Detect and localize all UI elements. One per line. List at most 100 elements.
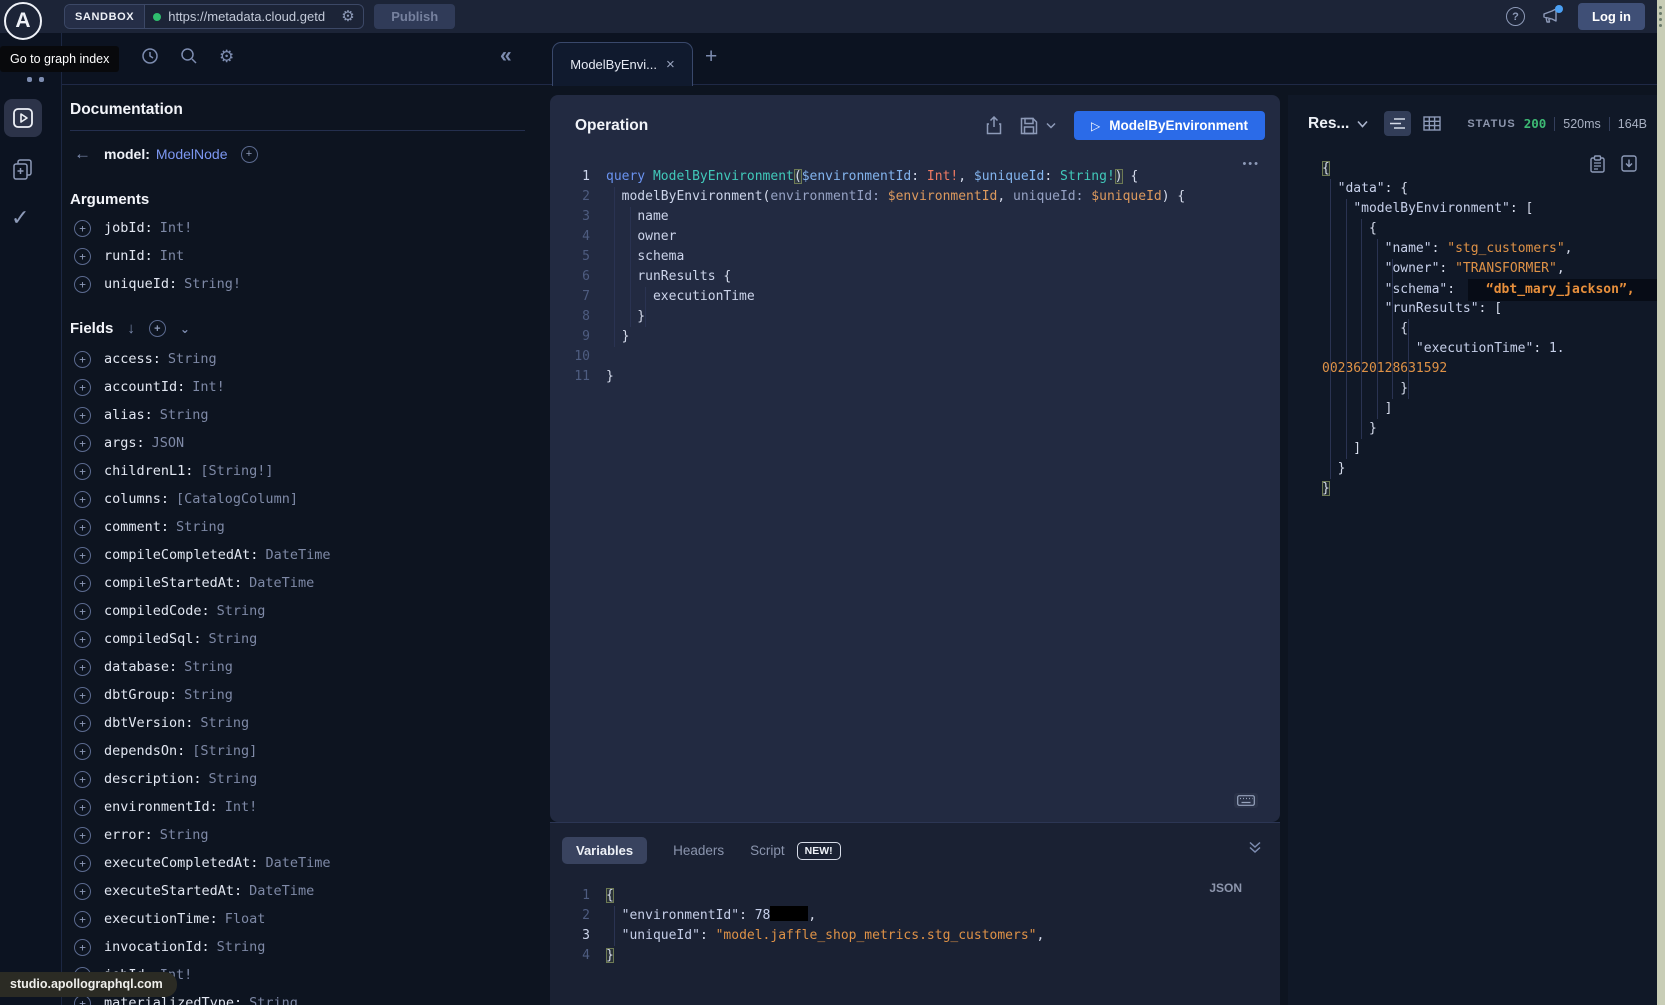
doc-field-row[interactable]: +dbtVersion:String: [62, 709, 535, 737]
add-field-icon[interactable]: +: [74, 687, 91, 704]
add-field-icon[interactable]: +: [74, 248, 91, 265]
doc-field-row[interactable]: +runId:Int: [62, 242, 535, 270]
doc-field-row[interactable]: +dbtGroup:String: [62, 681, 535, 709]
help-icon[interactable]: ?: [1506, 7, 1525, 26]
endpoint-settings-gear-icon[interactable]: ⚙: [341, 9, 354, 24]
field-name[interactable]: childrenL1:: [104, 463, 193, 479]
add-field-icon[interactable]: +: [74, 659, 91, 676]
publish-button[interactable]: Publish: [374, 4, 455, 29]
chevron-down-icon[interactable]: ⌄: [180, 322, 190, 336]
doc-field-row[interactable]: +executionTime:Float: [62, 905, 535, 933]
code-line[interactable]: "executionTime": 1.: [1322, 339, 1657, 359]
code-line[interactable]: "modelByEnvironment": [: [1322, 199, 1657, 219]
response-dropdown-chevron-icon[interactable]: [1357, 120, 1368, 128]
add-field-icon[interactable]: +: [74, 603, 91, 620]
field-name[interactable]: error:: [104, 827, 153, 843]
add-field-icon[interactable]: +: [74, 743, 91, 760]
field-name[interactable]: compiledCode:: [104, 603, 210, 619]
search-icon[interactable]: [180, 47, 198, 65]
doc-field-row[interactable]: +description:String: [62, 765, 535, 793]
field-name[interactable]: executeCompletedAt:: [104, 855, 258, 871]
field-name[interactable]: dbtVersion:: [104, 715, 193, 731]
tab-modelbyenvironment[interactable]: ModelByEnvi... ×: [552, 42, 693, 86]
doc-field-row[interactable]: +childrenL1:[String!]: [62, 457, 535, 485]
add-all-fields-icon[interactable]: +: [149, 320, 166, 337]
doc-field-row[interactable]: +dependsOn:[String]: [62, 737, 535, 765]
add-field-icon[interactable]: +: [74, 883, 91, 900]
operation-editor[interactable]: 1query ModelByEnvironment($environmentId…: [550, 167, 1280, 387]
code-line[interactable]: 9 }: [560, 327, 1280, 347]
sidebar-item-operation-collections[interactable]: [11, 157, 35, 181]
field-name[interactable]: database:: [104, 659, 177, 675]
field-name[interactable]: args:: [104, 435, 145, 451]
code-line[interactable]: 2 modelByEnvironment(environmentId: $env…: [560, 187, 1280, 207]
add-field-icon[interactable]: +: [74, 911, 91, 928]
field-name[interactable]: compiledSql:: [104, 631, 202, 647]
login-button[interactable]: Log in: [1578, 3, 1645, 30]
copy-response-icon[interactable]: [1590, 155, 1605, 173]
graph-index-icon[interactable]: [39, 77, 44, 82]
sidebar-item-explorer[interactable]: [4, 99, 42, 137]
code-line[interactable]: 10: [560, 347, 1280, 367]
field-name[interactable]: dbtGroup:: [104, 687, 177, 703]
code-line[interactable]: 0023620128631592: [1322, 359, 1657, 379]
tab-close-icon[interactable]: ×: [666, 56, 675, 73]
doc-field-row[interactable]: +accountId:Int!: [62, 373, 535, 401]
add-field-icon[interactable]: +: [74, 855, 91, 872]
tab-script[interactable]: Script: [750, 843, 785, 858]
code-line[interactable]: {: [1322, 319, 1657, 339]
add-field-icon[interactable]: +: [74, 771, 91, 788]
code-line[interactable]: 1query ModelByEnvironment($environmentId…: [560, 167, 1280, 187]
table-view-icon[interactable]: [1423, 116, 1441, 131]
doc-field-row[interactable]: +compileCompletedAt:DateTime: [62, 541, 535, 569]
run-operation-button[interactable]: ▷ ModelByEnvironment: [1074, 111, 1265, 140]
add-field-icon[interactable]: +: [74, 463, 91, 480]
sidebar-item-checks[interactable]: ✓: [11, 205, 29, 231]
code-line[interactable]: }: [1322, 459, 1657, 479]
doc-field-row[interactable]: +args:JSON: [62, 429, 535, 457]
keyboard-shortcuts-icon[interactable]: [1234, 793, 1258, 808]
add-field-icon[interactable]: +: [74, 547, 91, 564]
code-line[interactable]: {: [1322, 219, 1657, 239]
endpoint-url-input[interactable]: https://metadata.cloud.getd: [168, 9, 334, 24]
field-name[interactable]: compileCompletedAt:: [104, 547, 258, 563]
field-name[interactable]: accountId:: [104, 379, 185, 395]
code-line[interactable]: "schema": “dbt_mary_jackson”,: [1322, 279, 1657, 299]
share-icon[interactable]: [986, 116, 1002, 135]
field-name[interactable]: columns:: [104, 491, 169, 507]
field-name[interactable]: executionTime:: [104, 911, 218, 927]
code-line[interactable]: 6 runResults {: [560, 267, 1280, 287]
announcements-megaphone-icon[interactable]: [1542, 8, 1561, 25]
history-icon[interactable]: [141, 47, 159, 65]
tab-variables[interactable]: Variables: [562, 837, 647, 864]
field-name[interactable]: dependsOn:: [104, 743, 185, 759]
code-line[interactable]: 4 owner: [560, 227, 1280, 247]
add-field-icon[interactable]: +: [74, 519, 91, 536]
code-line[interactable]: }: [1322, 419, 1657, 439]
apollo-logo[interactable]: A: [4, 2, 42, 40]
sort-fields-icon[interactable]: ↓: [127, 320, 135, 337]
download-response-icon[interactable]: [1621, 155, 1637, 173]
formatted-view-icon[interactable]: [1384, 111, 1411, 136]
response-viewer[interactable]: { "data": { "modelByEnvironment": [ { "n…: [1288, 159, 1657, 499]
add-field-icon[interactable]: +: [74, 220, 91, 237]
variables-editor[interactable]: 1{2 "environmentId": 78,3 "uniqueId": "m…: [550, 886, 1280, 966]
add-field-icon[interactable]: +: [241, 146, 258, 163]
doc-field-row[interactable]: +executeCompletedAt:DateTime: [62, 849, 535, 877]
doc-field-row[interactable]: +invocationId:String: [62, 933, 535, 961]
add-field-icon[interactable]: +: [74, 379, 91, 396]
doc-field-row[interactable]: +database:String: [62, 653, 535, 681]
doc-field-row[interactable]: +jobId:Int!: [62, 214, 535, 242]
code-line[interactable]: 8 }: [560, 307, 1280, 327]
add-field-icon[interactable]: +: [74, 631, 91, 648]
code-line[interactable]: "runResults": [: [1322, 299, 1657, 319]
doc-field-row[interactable]: +uniqueId:String!: [62, 270, 535, 298]
save-icon[interactable]: [1020, 117, 1038, 135]
doc-field-row[interactable]: +compileStartedAt:DateTime: [62, 569, 535, 597]
code-line[interactable]: "owner": "TRANSFORMER",: [1322, 259, 1657, 279]
add-field-icon[interactable]: +: [74, 407, 91, 424]
collapse-panel-icon[interactable]: [1248, 840, 1262, 854]
save-options-chevron-icon[interactable]: [1046, 122, 1056, 129]
code-line[interactable]: }: [1322, 479, 1657, 499]
doc-field-row[interactable]: +environmentId:Int!: [62, 793, 535, 821]
